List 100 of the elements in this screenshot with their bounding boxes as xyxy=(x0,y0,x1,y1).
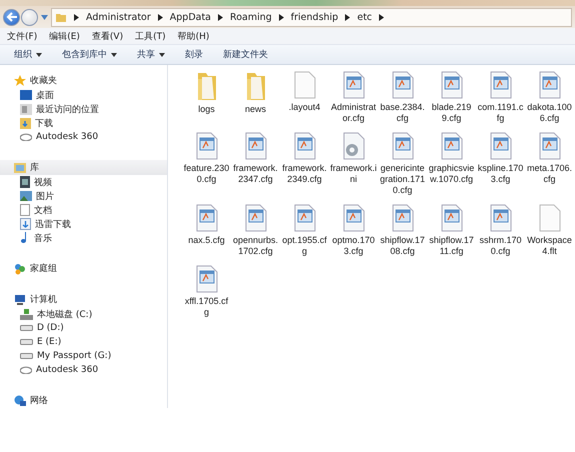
config-file-icon xyxy=(490,132,512,160)
toolbar-button[interactable]: 刻录 xyxy=(177,48,211,61)
config-file-icon xyxy=(490,71,512,99)
file-item[interactable]: xffl.1705.cfg xyxy=(182,265,231,318)
nav-item[interactable]: 桌面 xyxy=(0,88,167,102)
desktop-icon xyxy=(20,90,32,100)
download-folder-icon xyxy=(20,218,31,230)
nav-item[interactable]: 视频 xyxy=(0,175,167,189)
breadcrumb-item[interactable]: Administrator xyxy=(86,12,151,22)
nav-item[interactable]: 迅雷下载 xyxy=(0,217,167,231)
file-item[interactable]: opt.1955.cfg xyxy=(280,204,329,257)
file-item[interactable]: blade.2199.cfg xyxy=(427,71,476,124)
nav-item[interactable]: 文档 xyxy=(0,203,167,217)
file-item[interactable]: base.2384.cfg xyxy=(378,71,427,124)
drive-icon xyxy=(20,325,33,331)
breadcrumb-item[interactable]: etc xyxy=(357,12,372,22)
nav-item[interactable]: 最近访问的位置 xyxy=(0,102,167,116)
file-item[interactable]: optmo.1703.cfg xyxy=(329,204,378,257)
chevron-icon[interactable] xyxy=(218,14,224,20)
nav-item[interactable]: 音乐 xyxy=(0,231,167,245)
file-item[interactable]: Administrator.cfg xyxy=(329,71,378,124)
file-item[interactable]: opennurbs.1702.cfg xyxy=(231,204,280,257)
file-item[interactable]: com.1191.cfg xyxy=(476,71,525,124)
recent-places-icon xyxy=(20,104,32,114)
file-item[interactable]: Workspace4.flt xyxy=(525,204,574,257)
file-item[interactable]: feature.2300.cfg xyxy=(182,132,231,196)
chevron-icon[interactable] xyxy=(345,14,350,20)
toolbar-button[interactable]: 新建文件夹 xyxy=(215,48,276,61)
nav-group[interactable]: 网络 xyxy=(0,393,167,408)
chevron-icon[interactable] xyxy=(158,14,163,20)
file-item[interactable]: sshrm.1700.cfg xyxy=(476,204,525,257)
config-file-icon xyxy=(294,204,316,232)
menu-item[interactable]: 工具(T) xyxy=(135,30,166,42)
file-item[interactable]: framework.ini xyxy=(329,132,378,196)
toolbar-button[interactable]: 组织 xyxy=(6,48,50,61)
blank-file-icon xyxy=(538,204,560,232)
settings-file-icon xyxy=(342,132,364,160)
file-item[interactable]: framework.2347.cfg xyxy=(231,132,280,196)
folder-icon xyxy=(55,11,67,23)
address-bar[interactable]: Administrator AppData Roaming friendship etc xyxy=(51,8,572,26)
breadcrumb-item[interactable]: Roaming xyxy=(230,12,272,22)
nav-item[interactable]: Autodesk 360 xyxy=(0,130,167,144)
cloud-icon xyxy=(20,366,32,374)
config-file-icon xyxy=(440,204,462,232)
file-item[interactable]: kspline.1703.cfg xyxy=(476,132,525,196)
config-file-icon xyxy=(244,132,266,160)
nav-item[interactable]: My Passport (G:) xyxy=(0,349,167,363)
drive-icon xyxy=(20,339,33,345)
forward-button[interactable] xyxy=(21,8,38,26)
chevron-icon[interactable] xyxy=(74,14,79,20)
config-file-icon xyxy=(440,132,462,160)
file-item[interactable]: nax.5.cfg xyxy=(182,204,231,257)
config-file-icon xyxy=(196,204,218,232)
nav-item[interactable]: D (D:) xyxy=(0,321,167,335)
star-icon xyxy=(14,74,26,86)
file-item[interactable]: dakota.1006.cfg xyxy=(525,71,574,124)
file-item[interactable]: meta.1706.cfg xyxy=(525,132,574,196)
config-file-icon xyxy=(538,132,560,160)
file-item[interactable]: .layout4 xyxy=(280,71,329,124)
system-drive-icon xyxy=(20,308,33,320)
blank-file-icon xyxy=(294,71,316,99)
nav-item[interactable]: 本地磁盘 (C:) xyxy=(0,307,167,321)
nav-item[interactable]: 下载 xyxy=(0,116,167,130)
file-item[interactable]: genericintegration.1710.cfg xyxy=(378,132,427,196)
caret-icon xyxy=(159,52,165,56)
breadcrumb-item[interactable]: friendship xyxy=(290,12,338,22)
file-item[interactable]: shipflow.1711.cfg xyxy=(427,204,476,257)
toolbar-button[interactable]: 共享 xyxy=(129,48,173,61)
nav-group[interactable]: 家庭组 xyxy=(0,261,167,276)
file-item[interactable]: shipflow.1708.cfg xyxy=(378,204,427,257)
config-file-icon xyxy=(538,71,560,99)
cloud-icon xyxy=(20,133,32,141)
nav-group[interactable]: 库 xyxy=(0,160,167,175)
menu-item[interactable]: 编辑(E) xyxy=(49,30,80,42)
back-button[interactable] xyxy=(3,8,20,26)
homegroup-icon xyxy=(14,262,26,274)
folder-icon xyxy=(244,71,266,101)
file-item[interactable]: framework.2349.cfg xyxy=(280,132,329,196)
back-arrow-icon xyxy=(4,10,18,24)
file-item[interactable]: news xyxy=(231,71,280,124)
file-item[interactable]: logs xyxy=(182,71,231,124)
file-item[interactable]: graphicsview.1070.cfg xyxy=(427,132,476,196)
nav-item[interactable]: 图片 xyxy=(0,189,167,203)
config-file-icon xyxy=(196,132,218,160)
menu-item[interactable]: 帮助(H) xyxy=(178,30,210,42)
menu-item[interactable]: 文件(F) xyxy=(7,30,38,42)
drive-icon xyxy=(20,353,33,359)
document-icon xyxy=(20,204,30,216)
config-file-icon xyxy=(342,71,364,99)
nav-group[interactable]: 计算机 xyxy=(0,292,167,307)
nav-item[interactable]: Autodesk 360 xyxy=(0,363,167,377)
toolbar-button[interactable]: 包含到库中 xyxy=(54,48,125,61)
nav-group[interactable]: 收藏夹 xyxy=(0,73,167,88)
chevron-icon[interactable] xyxy=(278,14,284,20)
history-caret-icon[interactable] xyxy=(41,14,48,20)
chevron-icon[interactable] xyxy=(379,14,384,20)
menu-item[interactable]: 查看(V) xyxy=(92,30,124,42)
nav-item[interactable]: E (E:) xyxy=(0,335,167,349)
breadcrumb-item[interactable]: AppData xyxy=(170,12,212,22)
config-file-icon xyxy=(490,204,512,232)
